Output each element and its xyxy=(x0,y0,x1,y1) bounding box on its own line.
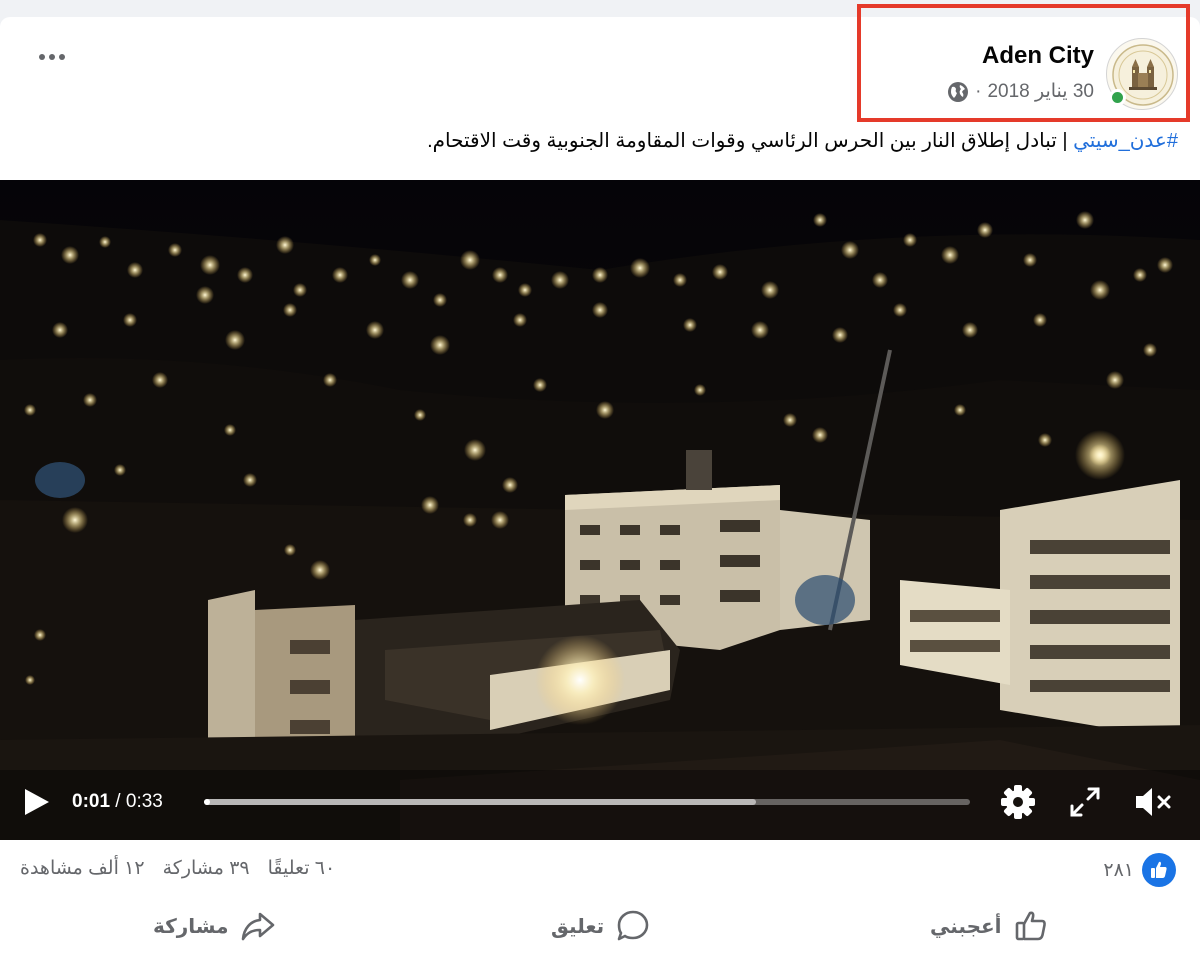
video-time: 0:01 / 0:33 xyxy=(72,791,163,813)
thumbs-up-icon xyxy=(1015,911,1046,941)
post-stats: ٦٠ تعليقًا ٣٩ مشاركة ١٢ ألف مشاهدة xyxy=(20,857,335,880)
video-progress-bar[interactable] xyxy=(204,799,970,805)
play-icon[interactable] xyxy=(22,786,52,818)
more-dot xyxy=(49,54,55,60)
comments-count-link[interactable]: ٦٠ تعليقًا xyxy=(268,857,336,880)
more-dot xyxy=(59,54,65,60)
speech-bubble-icon xyxy=(617,910,649,941)
current-time: 0:01 xyxy=(72,791,111,812)
comment-button[interactable]: تعليق xyxy=(551,904,652,948)
share-button-label: مشاركة xyxy=(153,915,229,938)
mute-icon[interactable] xyxy=(1133,784,1173,820)
duration: 0:33 xyxy=(125,791,163,812)
page-name-link[interactable]: Aden City xyxy=(982,42,1094,70)
online-status-dot xyxy=(1109,89,1126,106)
gear-icon[interactable] xyxy=(999,783,1037,821)
comment-button-label: تعليق xyxy=(551,915,605,938)
night-city-video-frame xyxy=(0,180,1200,840)
time-separator: / xyxy=(110,791,126,812)
caption-hashtag-link[interactable]: #عدن_سيتي xyxy=(1073,130,1178,152)
views-count: ١٢ ألف مشاهدة xyxy=(20,858,145,879)
more-options-button[interactable] xyxy=(30,42,74,72)
buffered-bar xyxy=(204,799,756,805)
video-player[interactable] xyxy=(0,180,1200,840)
more-dot xyxy=(39,54,45,60)
like-reaction-icon xyxy=(1142,853,1176,887)
reaction-count: ٢٨١ xyxy=(1103,859,1134,881)
fullscreen-icon[interactable] xyxy=(1068,785,1102,819)
reactions-summary[interactable]: ٢٨١ xyxy=(1103,853,1176,887)
share-arrow-icon xyxy=(241,912,274,941)
globe-icon[interactable] xyxy=(947,81,969,103)
caption-divider: | xyxy=(1056,130,1074,152)
like-button-label: أعجبني xyxy=(930,915,1002,938)
meta-separator: · xyxy=(975,80,982,102)
like-button[interactable]: أعجبني xyxy=(930,904,1050,948)
share-button[interactable]: مشاركة xyxy=(153,904,277,948)
caption-text: تبادل إطلاق النار بين الحرس الرئاسي وقوا… xyxy=(427,130,1057,152)
played-bar xyxy=(204,799,210,805)
shares-count-link[interactable]: ٣٩ مشاركة xyxy=(163,857,250,880)
post-meta: · 30 يناير 2018 xyxy=(947,80,1094,103)
post-date-link[interactable]: 30 يناير 2018 xyxy=(987,80,1094,103)
post-caption: #عدن_سيتي | تبادل إطلاق النار بين الحرس … xyxy=(427,128,1178,153)
